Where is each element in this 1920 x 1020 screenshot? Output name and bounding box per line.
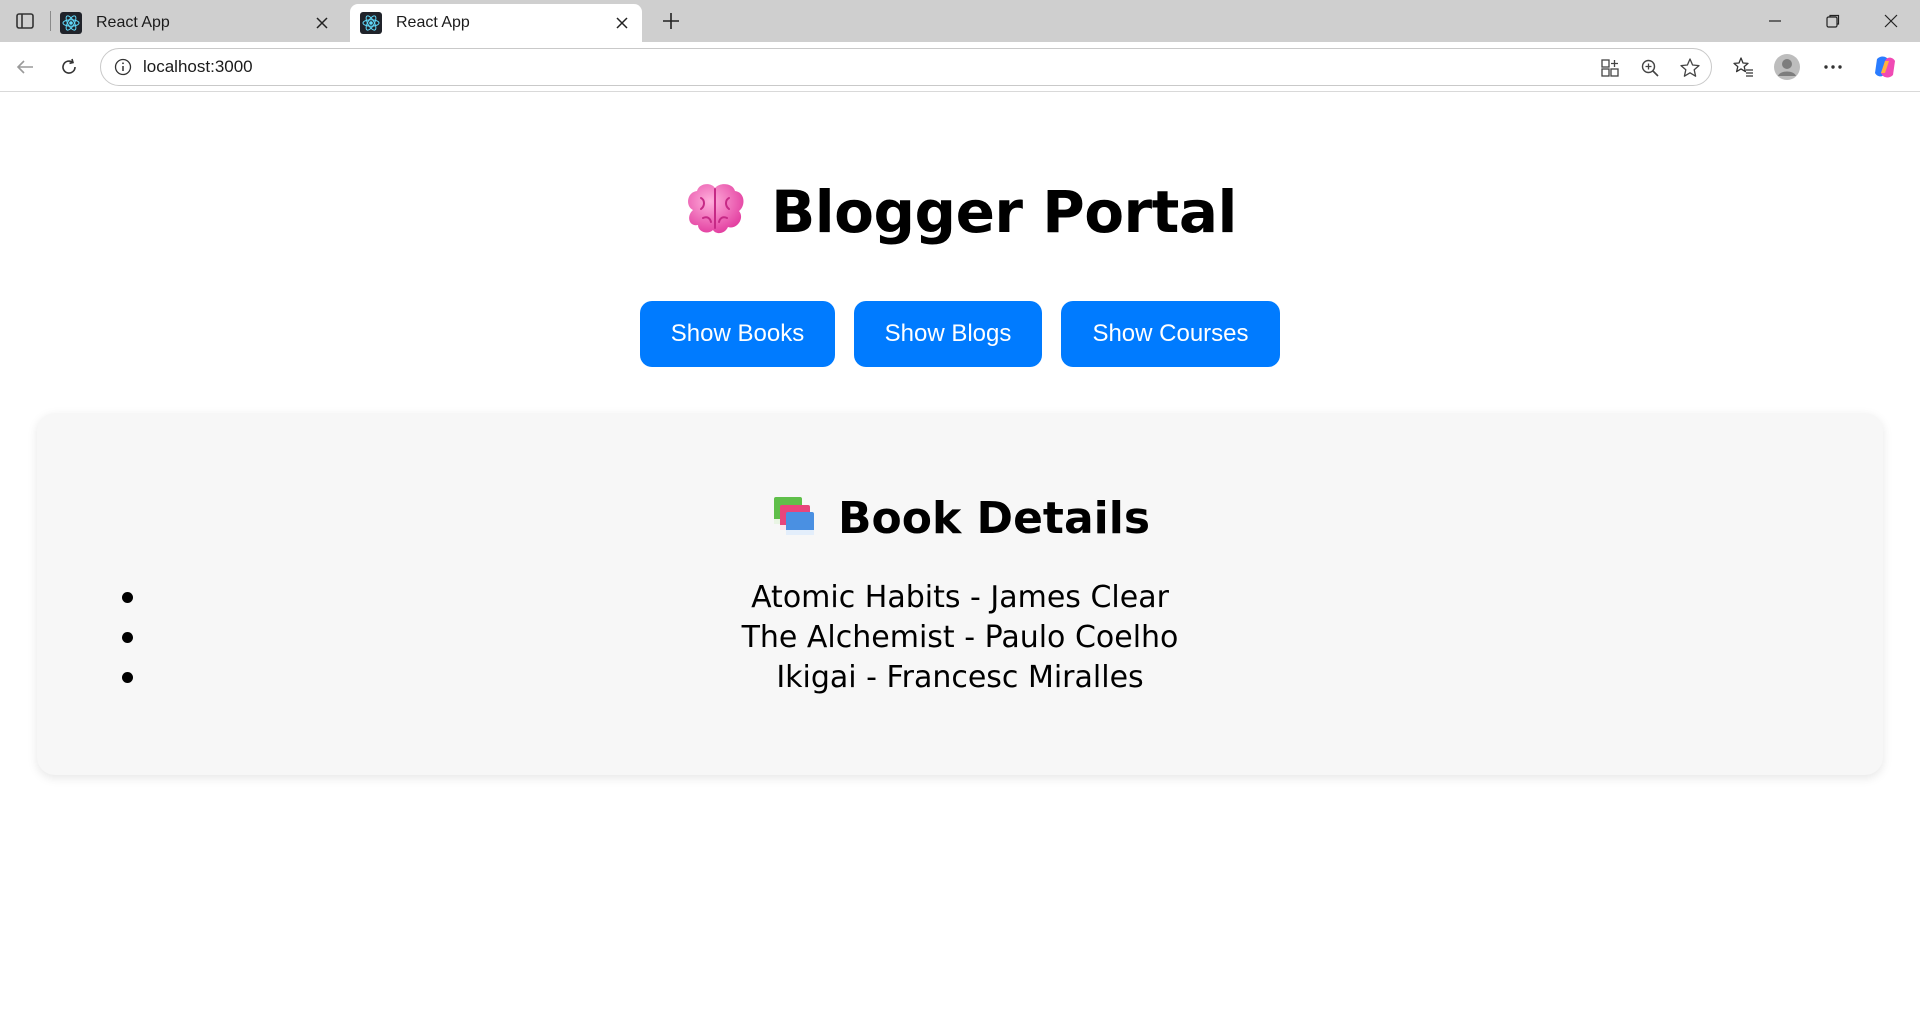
tab-title: React App	[96, 14, 170, 31]
address-url[interactable]: localhost:3000	[143, 57, 253, 77]
button-row: Show Books Show Blogs Show Courses	[0, 301, 1920, 369]
book-details-card: Book Details Atomic Habits - James Clear…	[37, 413, 1883, 775]
app-available-icon[interactable]	[1597, 55, 1623, 81]
bullet-icon	[122, 672, 133, 683]
bullet-icon	[122, 632, 133, 643]
react-logo-icon	[60, 12, 82, 34]
browser-toolbar: localhost:3000	[0, 42, 1920, 92]
page-title: Blogger Portal	[0, 178, 1920, 246]
tab-react-app-1[interactable]: React App	[50, 4, 342, 42]
books-icon	[770, 493, 818, 539]
close-window-icon[interactable]	[1871, 8, 1911, 34]
restore-icon[interactable]	[1813, 8, 1853, 34]
card-title-text: Book Details	[837, 493, 1151, 544]
sidebar-toggle-icon[interactable]	[10, 8, 40, 34]
show-books-button[interactable]: Show Books	[640, 301, 835, 367]
profile-avatar-icon[interactable]	[1772, 52, 1802, 82]
book-entry: Ikigai - Francesc Miralles	[776, 660, 1144, 695]
info-icon[interactable]	[113, 57, 133, 77]
minimize-icon[interactable]	[1755, 8, 1795, 34]
brain-icon	[683, 180, 747, 238]
show-blogs-button[interactable]: Show Blogs	[854, 301, 1042, 367]
book-entry: Atomic Habits - James Clear	[751, 580, 1169, 615]
back-arrow-icon[interactable]	[10, 52, 40, 82]
copilot-icon[interactable]	[1870, 52, 1900, 82]
tab-title: React App	[396, 14, 470, 31]
list-item: Ikigai - Francesc Miralles	[37, 658, 1883, 698]
tab-bar: React App React App	[0, 0, 1920, 42]
favorites-icon[interactable]	[1728, 52, 1758, 82]
list-item: Atomic Habits - James Clear	[37, 578, 1883, 618]
book-list: Atomic Habits - James Clear The Alchemis…	[37, 578, 1883, 698]
react-logo-icon	[360, 12, 382, 34]
list-item: The Alchemist - Paulo Coelho	[37, 618, 1883, 658]
refresh-icon[interactable]	[54, 52, 84, 82]
book-entry: The Alchemist - Paulo Coelho	[741, 620, 1179, 655]
bullet-icon	[122, 592, 133, 603]
new-tab-icon[interactable]	[656, 8, 686, 34]
card-title: Book Details	[37, 493, 1883, 544]
zoom-icon[interactable]	[1637, 55, 1663, 81]
show-courses-button[interactable]: Show Courses	[1061, 301, 1280, 367]
close-icon[interactable]	[612, 13, 632, 33]
more-options-icon[interactable]	[1818, 52, 1848, 82]
tab-react-app-2[interactable]: React App	[350, 4, 642, 42]
page-content: Blogger Portal Show Books Show Blogs Sho…	[0, 93, 1920, 1020]
favorite-star-icon[interactable]	[1677, 55, 1703, 81]
address-bar[interactable]: localhost:3000	[100, 48, 1712, 86]
page-title-text: Blogger Portal	[771, 178, 1237, 246]
close-icon[interactable]	[312, 13, 332, 33]
